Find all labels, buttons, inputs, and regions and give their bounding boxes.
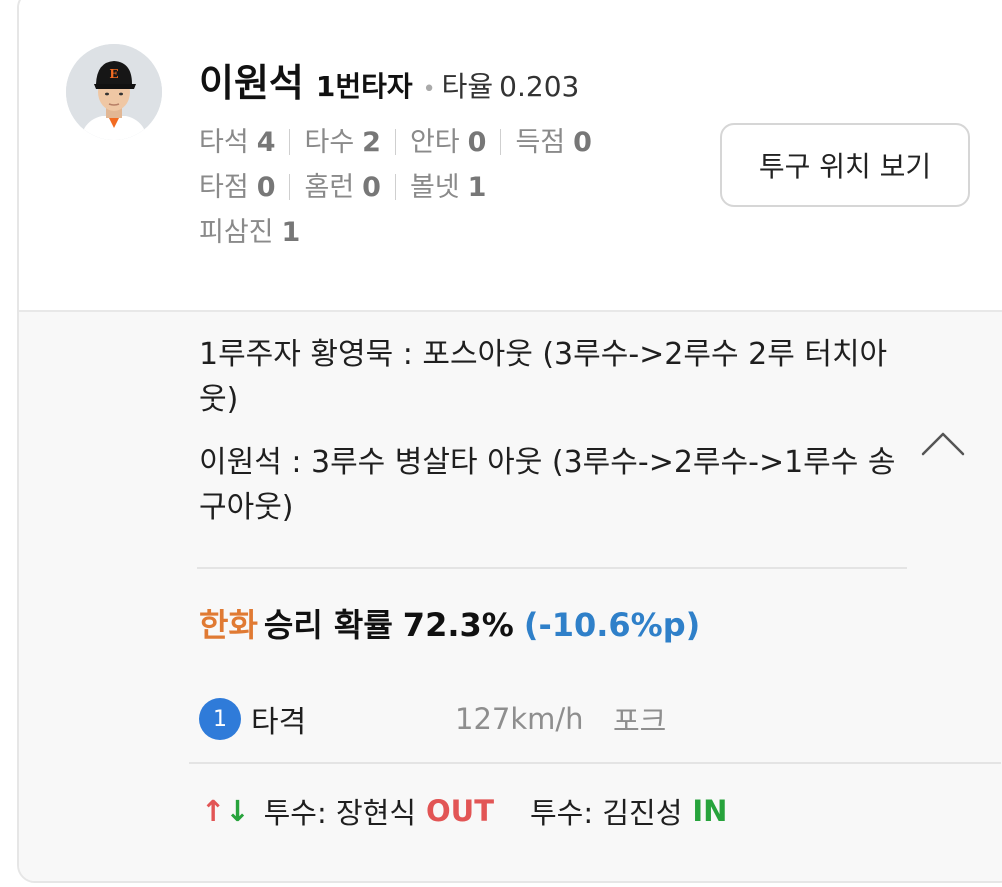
stat-divider	[394, 129, 396, 155]
stat-plate-appearances: 타석 4	[199, 127, 276, 158]
win-probability: 한화 승리 확률 72.3% (-10.6%p)	[199, 600, 700, 646]
win-probability-value: 72.3%	[402, 606, 514, 644]
player-name: 이원석	[199, 61, 304, 105]
play-description-batter: 이원석 : 3루수 병살타 아웃 (3루수->2루수->1루수 송구아웃)	[199, 445, 896, 525]
stat-strikeouts: 피삼진 1	[199, 217, 301, 248]
pitch-row: 1 타격 127km/h 포크	[199, 696, 666, 742]
win-probability-change: (-10.6%p)	[523, 606, 701, 644]
view-pitch-location-button[interactable]: 투구 위치 보기	[720, 123, 970, 207]
collapse-chevron-up-icon[interactable]	[921, 422, 965, 466]
play-card: E 이원석 1번타자 • 타율 0.203 타석 4 타수 2 안타 0 득점 0 타점 0 홈런 0 볼넷 1…	[17, 0, 1002, 883]
player-avatar: E	[66, 44, 162, 140]
batter-stats: 타석 4 타수 2 안타 0 득점 0 타점 0 홈런 0 볼넷 1 피삼진 1	[199, 120, 679, 255]
stat-divider	[500, 129, 502, 155]
play-detail-panel: 1루주자 황영묵 : 포스아웃 (3루수->2루수 2루 터치아웃) 이원석 :…	[19, 312, 1002, 881]
player-title-row: 이원석 1번타자 • 타율 0.203	[199, 52, 579, 107]
stat-divider	[394, 174, 396, 200]
batter-header: E 이원석 1번타자 • 타율 0.203 타석 4 타수 2 안타 0 득점 0 타점 0 홈런 0 볼넷 1…	[19, 0, 1002, 312]
sub-in-player: 투수: 김진성	[530, 796, 683, 830]
win-probability-team: 한화	[199, 606, 258, 644]
section-divider	[189, 762, 1001, 764]
arrow-up-icon: ↑	[201, 794, 226, 828]
sub-in-tag: IN	[692, 794, 728, 828]
pitch-number-badge: 1	[199, 698, 241, 740]
stat-hits: 안타 0	[409, 127, 487, 158]
stat-home-runs: 홈런 0	[304, 172, 381, 203]
batting-order: 1번타자	[315, 70, 413, 103]
stat-divider	[289, 129, 291, 155]
pitch-type: 포크	[613, 704, 667, 738]
sub-out-player: 투수: 장현식	[263, 796, 417, 830]
batting-average-label: 타율	[441, 70, 494, 103]
batting-average-value: 0.203	[499, 70, 580, 103]
pitch-speed: 127km/h	[455, 702, 584, 736]
pitcher-substitution: ↑ ↓ 투수: 장현식 OUT 투수: 김진성 IN	[201, 790, 727, 832]
win-probability-label: 승리 확률	[263, 606, 393, 644]
stat-walks: 볼넷 1	[409, 172, 487, 203]
sub-out-tag: OUT	[426, 794, 494, 828]
section-divider	[197, 567, 907, 569]
stat-runs: 득점 0	[515, 127, 592, 158]
svg-text:E: E	[109, 67, 118, 81]
arrow-down-icon: ↓	[225, 794, 250, 828]
stat-rbi: 타점 0	[199, 172, 276, 203]
stat-at-bats: 타수 2	[304, 127, 381, 158]
pitch-result: 타격	[251, 705, 307, 740]
stat-divider	[289, 174, 291, 200]
play-description-runner: 1루주자 황영묵 : 포스아웃 (3루수->2루수 2루 터치아웃)	[199, 337, 888, 417]
separator-dot-icon: •	[422, 77, 436, 102]
